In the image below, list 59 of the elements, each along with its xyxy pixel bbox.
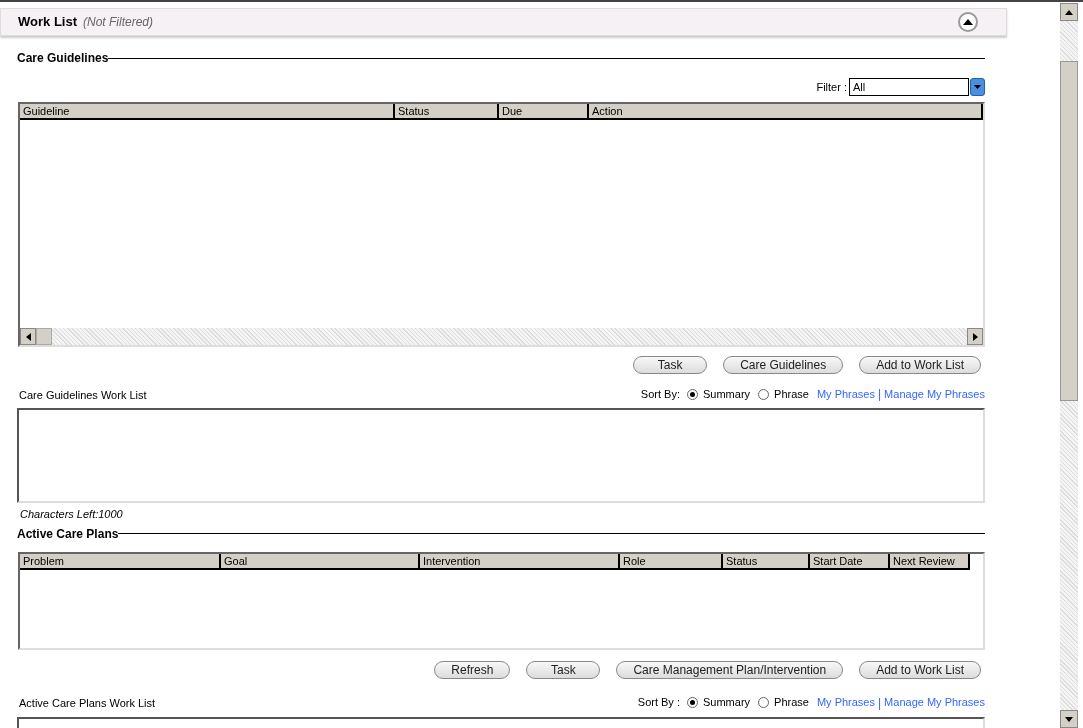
scroll-up-button[interactable] [1060,3,1078,21]
radio-button[interactable] [687,697,698,708]
up-arrow-icon [1065,9,1073,15]
action-button[interactable]: Task [526,660,601,679]
filter-label: Filter : [816,79,847,95]
radio-label[interactable]: Summary [703,694,751,711]
column-header[interactable]: Next Review [890,553,970,570]
filter-status: (Not Filtered) [83,14,153,31]
scroll-down-button[interactable] [1060,710,1078,728]
action-button[interactable]: Add to Work List [859,356,981,374]
filter-dropdown[interactable]: All [849,78,969,96]
action-button[interactable]: Care Management Plan/Intervention [616,660,844,679]
scroll-thumb[interactable] [36,328,52,345]
radio-button[interactable] [758,697,770,708]
vertical-scrollbar[interactable] [1060,3,1078,728]
column-header[interactable]: Due [499,104,589,120]
link-separator: | [878,694,882,712]
radio-button[interactable] [758,388,770,400]
link-separator: | [878,386,882,403]
section-heading: Care Guidelines [17,50,109,67]
caret-icon [974,85,981,89]
down-arrow-icon [1065,716,1073,722]
phrases-link[interactable]: Manage My Phrases [884,694,985,711]
scroll-right-button[interactable] [967,328,983,345]
radio-label[interactable]: Phrase [774,694,809,711]
column-header[interactable]: Start Date [810,553,890,570]
character-counter: Characters Left:1000 [20,507,124,522]
sort-label: Sort By: [640,386,680,402]
column-header[interactable]: Status [395,104,499,120]
column-header[interactable]: Role [620,553,723,570]
action-button[interactable]: Care Guidelines [723,356,844,374]
right-arrow-icon [972,332,978,341]
collapse-button[interactable] [958,12,978,32]
horizontal-scrollbar[interactable] [20,328,983,345]
column-header[interactable]: Problem [20,553,221,570]
radio-label[interactable]: Summary [703,385,751,403]
scroll-thumb[interactable] [1060,61,1078,401]
scroll-left-button[interactable] [20,328,36,345]
section-heading: Active Care Plans [17,525,119,543]
action-button[interactable]: Refresh [434,660,511,679]
column-header[interactable]: Intervention [420,553,620,570]
column-header[interactable]: Goal [221,553,420,570]
column-header[interactable]: Action [589,104,983,120]
dropdown-button[interactable] [970,78,985,96]
action-button[interactable]: Add to Work List [859,660,981,679]
sort-label: Sort By : [637,695,680,711]
phrases-link[interactable]: Manage My Phrases [884,385,985,403]
left-arrow-icon [25,332,31,341]
phrases-link[interactable]: My Phrases [816,694,875,711]
up-triangle-icon [963,19,973,25]
radio-label[interactable]: Phrase [774,385,809,403]
phrases-link[interactable]: My Phrases [816,385,875,403]
column-header[interactable]: Status [723,553,810,570]
field-label: Active Care Plans Work List [19,696,156,711]
section-title: Work List [18,13,77,32]
radio-button[interactable] [687,388,698,400]
action-button[interactable]: Task [633,356,708,374]
column-header[interactable]: Guideline [20,104,395,120]
field-label: Care Guidelines Work List [19,387,147,403]
